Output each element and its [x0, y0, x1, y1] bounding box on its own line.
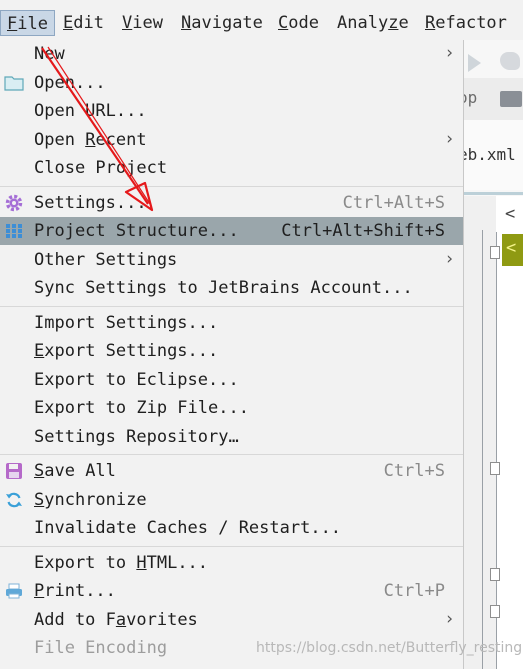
- menu-refactor[interactable]: Refactor: [419, 10, 513, 36]
- menu-item-label: Open URL...: [34, 101, 147, 121]
- menu-item-label: Add to Favorites: [34, 610, 198, 630]
- menu-item-settings-repository[interactable]: Settings Repository…: [0, 423, 463, 451]
- menu-item-open-recent[interactable]: Open Recent ›: [0, 126, 463, 154]
- menu-item-synchronize[interactable]: Synchronize: [0, 486, 463, 514]
- grid-icon: [6, 224, 22, 238]
- menu-separator: [0, 546, 463, 547]
- menu-separator: [0, 454, 463, 455]
- menu-item-label: New: [34, 44, 65, 64]
- menu-item-open[interactable]: Open...: [0, 69, 463, 97]
- floppy-icon: [6, 463, 22, 479]
- shortcut-label: Ctrl+S: [383, 461, 445, 481]
- file-menu-dropdown: New › Open... Open URL... Open Recent › …: [0, 40, 464, 669]
- chevron-right-icon: ›: [446, 609, 453, 629]
- chevron-right-icon: ›: [446, 249, 453, 269]
- menu-item-label: File Encoding: [34, 638, 168, 658]
- menu-item-label: Print...: [34, 581, 116, 601]
- menu-item-label: Export to HTML...: [34, 553, 209, 573]
- menu-item-save-all[interactable]: Save All Ctrl+S: [0, 457, 463, 485]
- folder-icon: [4, 76, 24, 91]
- editor-top-border: [464, 192, 523, 195]
- menu-item-sync-settings[interactable]: Sync Settings to JetBrains Account...: [0, 274, 463, 302]
- menu-file[interactable]: File: [0, 10, 55, 36]
- printer-icon: [6, 583, 22, 599]
- menu-item-import-settings[interactable]: Import Settings...: [0, 309, 463, 337]
- menu-item-project-structure[interactable]: Project Structure... Ctrl+Alt+Shift+S: [0, 217, 463, 245]
- menu-item-settings[interactable]: Settings... Ctrl+Alt+S: [0, 189, 463, 217]
- fold-marker[interactable]: [490, 462, 500, 475]
- gutter-divider: [496, 232, 497, 669]
- chevron-right-icon: ›: [446, 43, 453, 63]
- fold-marker[interactable]: [490, 246, 500, 259]
- menu-item-label: Invalidate Caches / Restart...: [34, 518, 342, 538]
- menu-code[interactable]: Code: [272, 10, 325, 36]
- menu-item-export-eclipse[interactable]: Export to Eclipse...: [0, 366, 463, 394]
- watermark: https://blog.csdn.net/Butterfly_resting: [256, 640, 523, 656]
- menu-view[interactable]: View: [116, 10, 169, 36]
- run-icon[interactable]: [468, 54, 481, 72]
- menu-item-close-project[interactable]: Close Project: [0, 154, 463, 182]
- menu-item-label: Export Settings...: [34, 341, 219, 361]
- code-line: <: [505, 204, 516, 224]
- menu-item-label: Settings Repository…: [34, 427, 239, 447]
- menu-navigate[interactable]: Navigate: [175, 10, 269, 36]
- menu-item-label: Open Recent: [34, 130, 147, 150]
- menu-item-print[interactable]: Print... Ctrl+P: [0, 577, 463, 605]
- shortcut-label: Ctrl+Alt+Shift+S: [281, 221, 445, 241]
- menu-item-new[interactable]: New ›: [0, 40, 463, 68]
- menu-item-label: Settings...: [34, 193, 147, 213]
- menu-item-label: Project Structure...: [34, 221, 239, 241]
- debug-icon[interactable]: [500, 52, 520, 70]
- menu-item-label: Open...: [34, 73, 106, 93]
- menu-edit[interactable]: Edit: [57, 10, 110, 36]
- menu-separator: [0, 306, 463, 307]
- editor-gutter: [464, 196, 496, 669]
- menu-item-label: Other Settings: [34, 250, 178, 270]
- menu-item-label: Close Project: [34, 158, 168, 178]
- menu-item-export-zip[interactable]: Export to Zip File...: [0, 394, 463, 422]
- shortcut-label: Ctrl+P: [383, 581, 445, 601]
- code-line-highlighted: <: [506, 238, 517, 258]
- fold-marker[interactable]: [490, 605, 500, 618]
- editor-tab-web-xml[interactable]: eb.xml: [458, 145, 516, 164]
- fold-marker[interactable]: [490, 568, 500, 581]
- menu-item-label: Sync Settings to JetBrains Account...: [34, 278, 413, 298]
- menu-item-other-settings[interactable]: Other Settings ›: [0, 246, 463, 274]
- gear-icon: [5, 194, 23, 212]
- shortcut-label: Ctrl+Alt+S: [342, 193, 445, 213]
- menu-item-open-url[interactable]: Open URL...: [0, 97, 463, 125]
- menu-item-label: Synchronize: [34, 490, 147, 510]
- menu-item-label: Export to Zip File...: [34, 398, 249, 418]
- sync-icon: [6, 492, 22, 508]
- folder-icon: [500, 91, 522, 107]
- menu-item-invalidate-caches[interactable]: Invalidate Caches / Restart...: [0, 514, 463, 542]
- menu-item-export-html[interactable]: Export to HTML...: [0, 549, 463, 577]
- menu-item-add-to-favorites[interactable]: Add to Favorites ›: [0, 606, 463, 634]
- menu-item-export-settings[interactable]: Export Settings...: [0, 337, 463, 365]
- menu-item-label: Save All: [34, 461, 116, 481]
- menu-separator: [0, 186, 463, 187]
- menu-item-label: Import Settings...: [34, 313, 219, 333]
- editor-area[interactable]: [496, 196, 523, 669]
- menu-analyze[interactable]: Analyze: [331, 10, 415, 36]
- chevron-right-icon: ›: [446, 129, 453, 149]
- indent-guide: [482, 230, 483, 669]
- menu-bar: File Edit View Navigate Code Analyze Ref…: [0, 0, 523, 41]
- menu-item-label: Export to Eclipse...: [34, 370, 239, 390]
